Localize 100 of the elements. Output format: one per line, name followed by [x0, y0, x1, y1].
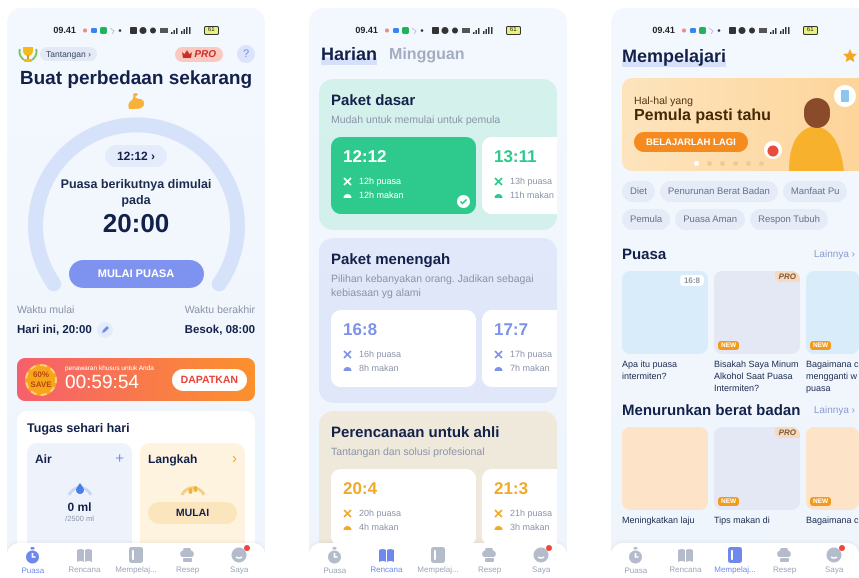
plan-card[interactable]: 17:7 17h puasa 7h makan — [482, 310, 557, 387]
topic-chip[interactable]: Diet — [622, 181, 655, 202]
fasting-hours: 16h puasa — [359, 348, 402, 361]
nav-tab[interactable]: Saya — [518, 547, 564, 574]
period-tab[interactable]: Harian — [321, 44, 378, 65]
topic-chip[interactable]: Penurunan Berat Badan — [660, 181, 778, 202]
article-title[interactable]: Bisakah Saya Minum Alkohol Saat Puasa Intermiten? — [714, 358, 800, 394]
nav-tab[interactable]: Mempelaj... — [712, 547, 758, 574]
topic-chip[interactable]: Manfaat Pu — [782, 181, 848, 202]
plan-card[interactable]: 21:3 21h puasa 3h makan — [482, 469, 557, 543]
fasting-hours: 12h puasa — [359, 175, 402, 188]
banner-headline: Pemula pasti tahu — [634, 107, 772, 125]
headline: Buat perbedaan sekarang — [18, 67, 254, 91]
nav-tab[interactable]: Puasa — [612, 546, 659, 574]
help-button[interactable]: ? — [237, 45, 255, 63]
stopwatch-icon — [327, 546, 342, 564]
chef-hat-icon — [776, 548, 794, 562]
section-title: Paket menengah — [331, 250, 452, 269]
section-title: Perencanaan untuk ahli — [331, 423, 500, 442]
section-title: Paket dasar — [331, 91, 416, 110]
plan-ratio: 12:12 — [343, 147, 388, 167]
add-water-button[interactable]: + — [115, 451, 124, 466]
article-title[interactable]: Meningkatkan laju — [622, 514, 708, 526]
nav-tab[interactable]: Rencana — [662, 548, 708, 574]
page-dot[interactable] — [759, 161, 764, 166]
article-title[interactable]: Tips makan di — [714, 514, 800, 526]
stopwatch-icon — [25, 546, 40, 564]
learn-more-button[interactable]: BELAJARLAH LAGI — [634, 132, 748, 152]
section-subtitle: Tantangan dan solusi profesional — [331, 445, 486, 459]
star-icon[interactable] — [843, 49, 857, 63]
book-icon — [76, 548, 93, 562]
plan-ratio: 21:3 — [494, 479, 530, 499]
cloche-icon — [494, 192, 503, 198]
nav-tab[interactable]: Resep — [762, 548, 808, 574]
nav-tab[interactable]: Rencana — [363, 548, 410, 574]
nav-tab[interactable]: Rencana — [61, 548, 108, 574]
start-steps-button[interactable]: MULAI — [148, 502, 237, 524]
nav-tab[interactable]: Mempelaj... — [112, 547, 159, 574]
notebook-icon — [430, 547, 445, 563]
promo-banner[interactable]: Hal-hal yang Pemula pasti tahu BELAJARLAH LAGI — [622, 78, 859, 171]
start-time-value: Hari ini, 20:00 — [17, 323, 92, 338]
book-icon — [676, 548, 694, 562]
article-illustration[interactable] — [622, 427, 708, 510]
page-dot[interactable] — [733, 161, 738, 166]
article-title[interactable]: Apa itu puasa intermiten? — [622, 358, 708, 382]
topic-chip[interactable]: Pemula — [622, 209, 670, 230]
period-tab[interactable]: Mingguan — [389, 46, 465, 64]
fasting-hours: 20h puasa — [359, 507, 402, 520]
page-title: Mempelajari — [622, 46, 726, 66]
trophy-icon — [17, 45, 39, 63]
more-link[interactable]: Lainnya › — [814, 249, 855, 260]
notebook-icon — [728, 547, 742, 563]
nav-tab[interactable]: Saya — [216, 547, 262, 574]
status-time: 09.41 — [652, 25, 675, 35]
plan-card[interactable]: 13:11 13h puasa 11h makan — [482, 137, 557, 214]
steps-chevron[interactable]: › — [232, 451, 237, 466]
nav-tab[interactable]: Resep — [466, 548, 513, 574]
nav-tab[interactable]: Mempelaj... — [414, 547, 461, 574]
nav-tab[interactable]: Resep — [164, 548, 211, 574]
next-fast-label: Puasa berikutnya dimulai pada — [60, 176, 212, 208]
water-drop-icon — [64, 481, 94, 496]
pro-badge[interactable]: PRO — [175, 46, 223, 62]
topic-chip[interactable]: Puasa Aman — [675, 209, 746, 230]
page-dot[interactable] — [720, 161, 725, 166]
article-title[interactable]: Bagaimana c — [806, 514, 859, 526]
plan-ratio: 20:4 — [343, 479, 378, 499]
steps-card[interactable]: Langkah › MULAI — [140, 443, 245, 543]
article-tag: 16:8 — [680, 275, 704, 286]
get-offer-button[interactable]: DAPATKAN — [172, 368, 247, 390]
page-dot[interactable] — [707, 161, 712, 166]
plan-card[interactable]: 12:12 12h puasa 12h makan — [331, 137, 476, 214]
nav-tab[interactable]: Puasa — [10, 546, 56, 574]
nav-tab[interactable]: Saya — [811, 547, 858, 574]
status-time: 09.41 — [53, 25, 76, 35]
tasks-title: Tugas sehari hari — [27, 421, 131, 435]
plan-chip[interactable]: 12:12 › — [104, 145, 168, 167]
article-title[interactable]: Bagaimana c mengganti w puasa — [806, 358, 859, 394]
chef-hat-icon — [179, 548, 196, 562]
banner-kicker: Hal-hal yang — [634, 95, 694, 107]
section-subtitle: Mudah untuk memulai untuk pemula — [331, 113, 502, 127]
nav-tab[interactable]: Puasa — [312, 546, 358, 574]
plan-card[interactable]: 16:8 16h puasa 8h makan — [331, 310, 476, 387]
page-dot[interactable] — [746, 161, 751, 166]
start-fast-button[interactable]: MULAI PUASA — [68, 260, 204, 288]
book-icon — [378, 548, 395, 562]
page-dot[interactable] — [694, 161, 699, 166]
edit-icon[interactable] — [96, 322, 113, 338]
steps-title: Langkah — [148, 452, 198, 466]
fasting-hours: 17h puasa — [510, 348, 552, 361]
cloche-icon — [494, 524, 503, 530]
article-illustration[interactable]: 16:8 — [622, 271, 708, 354]
discount-badge: 60% SAVE — [25, 364, 57, 396]
check-icon — [457, 195, 470, 208]
water-amount: 0 ml — [67, 500, 92, 514]
stopwatch-icon — [628, 546, 644, 564]
eating-hours: 3h makan — [510, 521, 550, 534]
fasting-hours: 21h puasa — [510, 507, 552, 520]
more-link[interactable]: Lainnya › — [814, 405, 855, 416]
topic-chip[interactable]: Respon Tubuh — [750, 209, 828, 230]
plan-card[interactable]: 20:4 20h puasa 4h makan — [331, 469, 476, 543]
